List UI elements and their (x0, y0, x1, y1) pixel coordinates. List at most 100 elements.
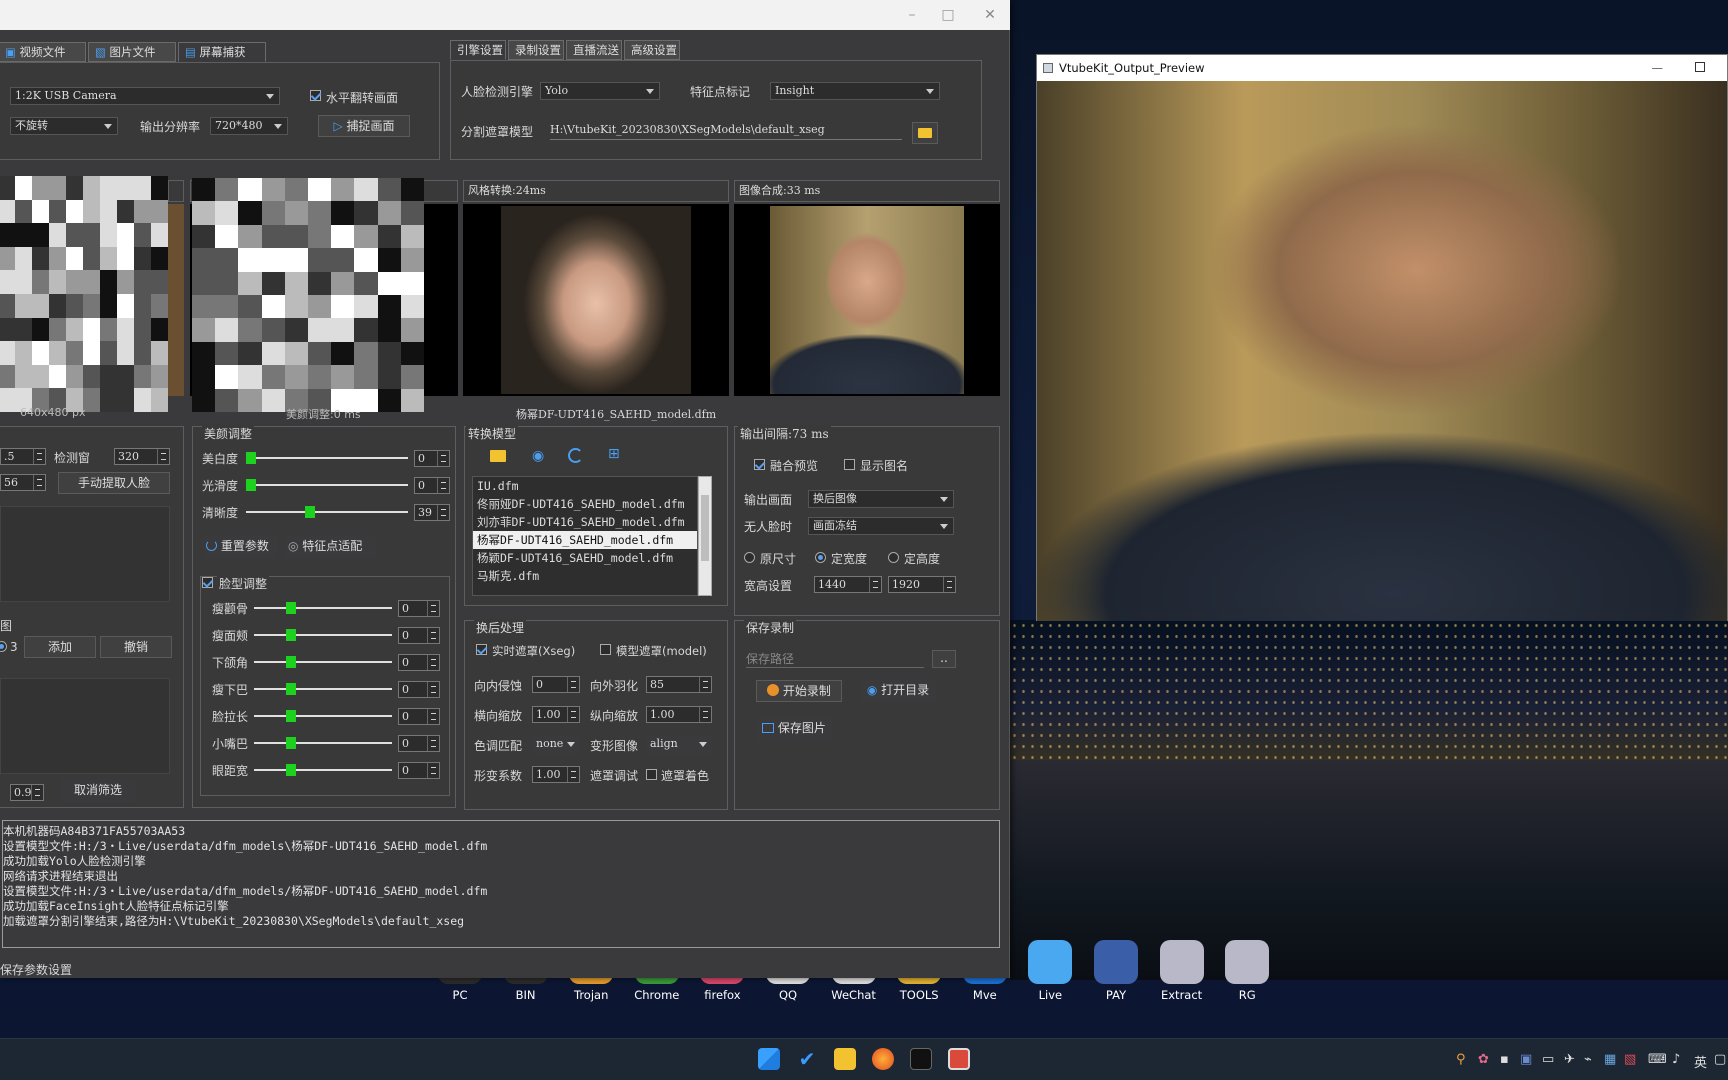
height-input[interactable]: 1920 (888, 576, 956, 593)
realtime-mask-checkbox[interactable] (476, 644, 487, 655)
face-list[interactable] (0, 506, 170, 602)
maximize-icon[interactable] (1695, 62, 1705, 72)
width-input[interactable]: 1440 (814, 576, 882, 593)
file-explorer-icon[interactable] (834, 1048, 856, 1070)
size-fixed-height-radio[interactable] (888, 552, 899, 563)
output-select[interactable]: 换后图像 (808, 490, 954, 508)
tray-icon[interactable]: ▣ (1520, 1052, 1532, 1067)
tray-icon[interactable]: ▧ (1624, 1052, 1636, 1067)
firefox-icon[interactable] (872, 1048, 894, 1070)
tab-stream[interactable]: 直播流送 (566, 40, 622, 60)
size-original-radio[interactable] (744, 552, 755, 563)
keyboard-icon[interactable]: ⌨ (1648, 1052, 1667, 1067)
coef-input[interactable]: 1.00 (532, 766, 580, 783)
face-slider[interactable] (254, 655, 392, 669)
cancel-filter-button[interactable]: 取消筛选 (60, 780, 136, 802)
slider-knob[interactable] (286, 764, 296, 776)
detector-select[interactable]: Yolo (540, 82, 660, 100)
slider-knob[interactable] (286, 629, 296, 641)
face-slider[interactable] (254, 763, 392, 777)
slider-knob[interactable] (246, 452, 256, 464)
usb-icon[interactable]: ⌁ (1584, 1052, 1592, 1067)
face-shape-checkbox[interactable] (202, 577, 213, 588)
tab-video-file[interactable]: ▣ 视频文件 (0, 42, 86, 62)
model-list[interactable]: IU.dfm 佟丽娅DF-UDT416_SAEHD_model.dfm 刘亦菲DF-… (472, 476, 698, 596)
filter-list[interactable] (0, 678, 170, 774)
scroll-thumb[interactable] (701, 495, 709, 561)
undo-button[interactable]: 撤销 (100, 636, 172, 658)
face-slider[interactable] (254, 736, 392, 750)
face-slider-value[interactable]: 0 (398, 735, 440, 752)
model-list-item[interactable]: 马斯克.dfm (473, 567, 697, 585)
beauty-slider-value[interactable]: 39 (414, 504, 450, 521)
window-input[interactable]: 320 (114, 448, 170, 465)
preview-titlebar[interactable]: VtubeKit_Output_Preview — (1037, 55, 1727, 81)
dock-item[interactable]: Live (1020, 940, 1080, 1002)
todo-icon[interactable]: ✔ (796, 1048, 818, 1070)
beauty-slider[interactable] (246, 451, 408, 465)
show-name-checkbox[interactable] (844, 459, 855, 470)
log-console[interactable]: 本机机器码A84B371FA55703AA53 设置模型文件:H:/3・Live/… (2, 820, 1000, 948)
face-slider-value[interactable]: 0 (398, 654, 440, 671)
vscale-input[interactable]: 1.00 (646, 706, 712, 723)
main-titlebar[interactable]: – □ ✕ (0, 0, 1010, 30)
capture-button[interactable]: ▷ 捕捉画面 (318, 115, 410, 137)
flip-checkbox[interactable] (310, 90, 321, 101)
noface-select[interactable]: 画面冻结 (808, 517, 954, 535)
notification-icon[interactable]: ▢ (1714, 1052, 1726, 1067)
tab-advanced[interactable]: 高级设置 (624, 40, 680, 60)
search-icon[interactable]: ⚲ (1456, 1052, 1466, 1067)
face-slider[interactable] (254, 628, 392, 642)
face-slider[interactable] (254, 682, 392, 696)
eye-icon[interactable]: ◉ (532, 448, 544, 464)
slider-knob[interactable] (286, 656, 296, 668)
model-list-item[interactable]: 杨颖DF-UDT416_SAEHD_model.dfm (473, 549, 697, 567)
output-preview-window[interactable]: VtubeKit_Output_Preview — (1036, 54, 1728, 621)
detect-scale-input[interactable]: .5 (0, 448, 46, 465)
slider-knob[interactable] (286, 602, 296, 614)
ime-indicator[interactable]: 英 (1694, 1052, 1707, 1071)
fuse-preview-checkbox[interactable] (754, 459, 765, 470)
face-slider-value[interactable]: 0 (398, 681, 440, 698)
beauty-slider[interactable] (246, 505, 408, 519)
maximize-icon[interactable]: □ (936, 4, 960, 26)
start-record-button[interactable]: 开始录制 (756, 680, 842, 702)
slider-knob[interactable] (286, 710, 296, 722)
reset-params-button[interactable]: 重置参数 (202, 536, 278, 558)
slider-knob[interactable] (286, 737, 296, 749)
manual-extract-button[interactable]: 手动提取人脸 (58, 472, 170, 494)
tray-icon[interactable]: ▭ (1542, 1052, 1554, 1067)
start-icon[interactable] (758, 1048, 780, 1070)
hscale-input[interactable]: 1.00 (532, 706, 580, 723)
folder-icon[interactable] (490, 450, 506, 462)
close-icon[interactable]: ✕ (978, 4, 1002, 26)
feather-input[interactable]: 85 (646, 676, 712, 693)
slider-knob[interactable] (246, 479, 256, 491)
model-list-item[interactable]: 刘亦菲DF-UDT416_SAEHD_model.dfm (473, 513, 697, 531)
landmark-adapt-button[interactable]: ◎ 特征点适配 (286, 536, 376, 558)
rotation-select[interactable]: 不旋转 (10, 117, 118, 135)
face-slider[interactable] (254, 709, 392, 723)
minimize-icon[interactable]: – (900, 4, 924, 26)
tab-image-file[interactable]: ▧ 图片文件 (88, 42, 176, 62)
microphone-icon[interactable]: ♪ (1672, 1052, 1680, 1067)
minimize-icon[interactable]: — (1652, 55, 1664, 81)
app-tray-icon[interactable]: ✿ (1478, 1052, 1489, 1067)
tray-icon[interactable]: ▦ (1604, 1052, 1616, 1067)
open-dir-button[interactable]: ◉ 打开目录 (860, 680, 936, 702)
face-slider[interactable] (254, 601, 392, 615)
tray-icon[interactable]: ▪ (1500, 1052, 1509, 1067)
landmark-select[interactable]: Insight (770, 82, 940, 100)
face-slider-value[interactable]: 0 (398, 762, 440, 779)
mask-color-checkbox[interactable] (646, 769, 657, 780)
save-image-button[interactable]: 保存图片 (756, 718, 832, 740)
beauty-slider-value[interactable]: 0 (414, 477, 450, 494)
browse-path-button[interactable]: .. (932, 650, 956, 668)
vtubekit-taskbar-icon[interactable] (948, 1048, 970, 1070)
erode-input[interactable]: 0 (532, 676, 580, 693)
tray-icon[interactable]: ✈ (1564, 1052, 1575, 1067)
detect-threshold-input[interactable]: 56 (0, 474, 46, 491)
threshold-input[interactable]: 0.9 (10, 784, 44, 801)
face-slider-value[interactable]: 0 (398, 627, 440, 644)
model-list-item[interactable]: IU.dfm (473, 477, 697, 495)
